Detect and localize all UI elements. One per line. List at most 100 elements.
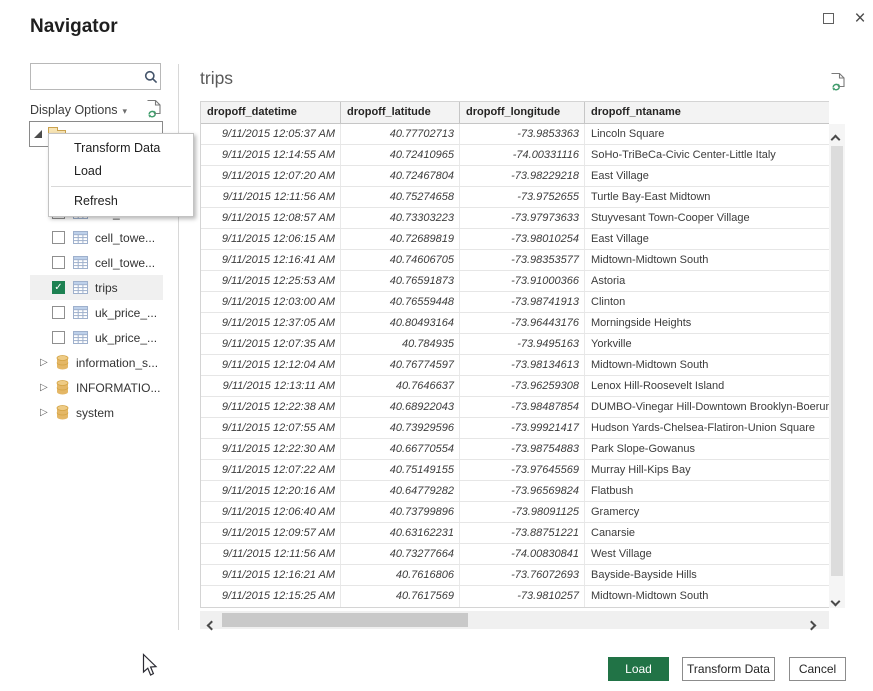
cell-dropoff_latitude: 40.74606705	[341, 250, 460, 270]
cell-dropoff_datetime: 9/11/2015 12:05:37 AM	[201, 124, 341, 144]
cell-dropoff_latitude: 40.73303223	[341, 208, 460, 228]
checkbox-unchecked[interactable]	[52, 256, 65, 269]
tree-item-label: uk_price_...	[95, 331, 157, 345]
cell-dropoff_ntaname: Canarsie	[585, 523, 829, 543]
cell-dropoff_longitude: -73.96259308	[460, 376, 585, 396]
cell-dropoff_longitude: -73.97645569	[460, 460, 585, 480]
display-options-dropdown[interactable]: Display Options ▾	[30, 100, 163, 120]
menu-item-load[interactable]: Load	[49, 160, 193, 183]
search-icon[interactable]	[142, 70, 160, 84]
cell-dropoff_latitude: 40.66770554	[341, 439, 460, 459]
cell-dropoff_ntaname: Midtown-Midtown South	[585, 355, 829, 375]
tree-item-informatio[interactable]: ▷ INFORMATIO...	[30, 375, 170, 400]
expand-collapsed-icon[interactable]: ▷	[40, 357, 49, 368]
tree-item-cell-towe[interactable]: cell_towe...	[30, 225, 170, 250]
cell-dropoff_longitude: -73.98091125	[460, 502, 585, 522]
table-row: 9/11/2015 12:22:30 AM40.66770554-73.9875…	[201, 439, 829, 460]
refresh-preview-slot[interactable]	[830, 72, 847, 96]
cell-dropoff_longitude: -73.98754883	[460, 439, 585, 459]
cell-dropoff_latitude: 40.73929596	[341, 418, 460, 438]
vertical-scrollbar[interactable]	[829, 124, 845, 608]
cell-dropoff_ntaname: Clinton	[585, 292, 829, 312]
horizontal-scrollbar[interactable]	[200, 611, 829, 629]
tree-item-label: trips	[95, 281, 118, 295]
tree-item-label: uk_price_...	[95, 306, 157, 320]
tree-item-information-s[interactable]: ▷ information_s...	[30, 350, 170, 375]
refresh-list-slot[interactable]	[146, 99, 163, 121]
scroll-left-icon[interactable]	[208, 616, 215, 634]
tree-item-uk-price[interactable]: uk_price_...	[30, 300, 170, 325]
expand-collapsed-icon[interactable]: ▷	[40, 382, 49, 393]
table-row: 9/11/2015 12:11:56 AM40.73277664-74.0083…	[201, 544, 829, 565]
table-row: 9/11/2015 12:22:38 AM40.68922043-73.9848…	[201, 397, 829, 418]
cell-dropoff_ntaname: West Village	[585, 544, 829, 564]
cell-dropoff_datetime: 9/11/2015 12:25:53 AM	[201, 271, 341, 291]
expanded-triangle-icon[interactable]	[34, 130, 42, 138]
cell-dropoff_longitude: -73.9810257	[460, 586, 585, 607]
context-menu: Transform DataLoad Refresh	[48, 133, 194, 217]
cell-dropoff_latitude: 40.73277664	[341, 544, 460, 564]
table-row: 9/11/2015 12:07:22 AM40.75149155-73.9764…	[201, 460, 829, 481]
menu-item-transform-data[interactable]: Transform Data	[49, 137, 193, 160]
horizontal-scroll-thumb[interactable]	[222, 613, 468, 627]
cell-dropoff_ntaname: Midtown-Midtown South	[585, 250, 829, 270]
cancel-button[interactable]: Cancel	[789, 657, 846, 681]
cell-dropoff_longitude: -73.98010254	[460, 229, 585, 249]
cell-dropoff_longitude: -73.96569824	[460, 481, 585, 501]
search-input[interactable]	[31, 64, 142, 89]
window-restore-button[interactable]	[815, 6, 841, 30]
cell-dropoff_datetime: 9/11/2015 12:22:38 AM	[201, 397, 341, 417]
cell-dropoff_ntaname: Midtown-Midtown South	[585, 586, 829, 607]
refresh-preview-icon[interactable]	[830, 78, 847, 95]
tree-item-trips[interactable]: ✓ trips	[30, 275, 163, 300]
cell-dropoff_longitude: -73.99921417	[460, 418, 585, 438]
table-row: 9/11/2015 12:03:00 AM40.76559448-73.9874…	[201, 292, 829, 313]
cell-dropoff_latitude: 40.63162231	[341, 523, 460, 543]
cell-dropoff_latitude: 40.64779282	[341, 481, 460, 501]
cell-dropoff_ntaname: Morningside Heights	[585, 313, 829, 333]
table-row: 9/11/2015 12:06:40 AM40.73799896-73.9809…	[201, 502, 829, 523]
tree-item-label: cell_towe...	[95, 231, 155, 245]
table-row: 9/11/2015 12:08:57 AM40.73303223-73.9797…	[201, 208, 829, 229]
table-row: 9/11/2015 12:14:55 AM40.72410965-74.0033…	[201, 145, 829, 166]
cell-dropoff_datetime: 9/11/2015 12:12:04 AM	[201, 355, 341, 375]
tree-item-cell-towe[interactable]: cell_towe...	[30, 250, 170, 275]
expand-collapsed-icon[interactable]: ▷	[40, 407, 49, 418]
cell-dropoff_datetime: 9/11/2015 12:20:16 AM	[201, 481, 341, 501]
table-row: 9/11/2015 12:11:56 AM40.75274658-73.9752…	[201, 187, 829, 208]
cell-dropoff_latitude: 40.784935	[341, 334, 460, 354]
cell-dropoff_longitude: -73.98353577	[460, 250, 585, 270]
cell-dropoff_longitude: -74.00830841	[460, 544, 585, 564]
tree-item-uk-price[interactable]: uk_price_...	[30, 325, 170, 350]
cell-dropoff_datetime: 9/11/2015 12:14:55 AM	[201, 145, 341, 165]
checkbox-unchecked[interactable]	[52, 231, 65, 244]
window-close-button[interactable]: ×	[847, 6, 873, 30]
vertical-scroll-thumb[interactable]	[831, 146, 843, 576]
scroll-down-icon[interactable]	[832, 592, 839, 610]
cell-dropoff_ntaname: DUMBO-Vinegar Hill-Downtown Brooklyn-Boe…	[585, 397, 829, 417]
table-row: 9/11/2015 12:20:16 AM40.64779282-73.9656…	[201, 481, 829, 502]
display-options-label: Display Options	[30, 103, 118, 117]
checkbox-unchecked[interactable]	[52, 331, 65, 344]
scroll-right-icon[interactable]	[808, 616, 815, 634]
cell-dropoff_ntaname: Yorkville	[585, 334, 829, 354]
grid-header-row: dropoff_datetimedropoff_latitudedropoff_…	[201, 102, 829, 124]
cell-dropoff_longitude: -73.98229218	[460, 166, 585, 186]
transform-data-button[interactable]: Transform Data	[682, 657, 775, 681]
table-row: 9/11/2015 12:05:37 AM40.77702713-73.9853…	[201, 124, 829, 145]
tree-item-label: INFORMATIO...	[76, 381, 160, 395]
cell-dropoff_latitude: 40.7617569	[341, 586, 460, 607]
load-button[interactable]: Load	[608, 657, 669, 681]
table-icon	[73, 256, 88, 269]
checkbox-unchecked[interactable]	[52, 306, 65, 319]
menu-item-refresh[interactable]: Refresh	[49, 190, 193, 213]
cell-dropoff_ntaname: Astoria	[585, 271, 829, 291]
cell-dropoff_latitude: 40.68922043	[341, 397, 460, 417]
tree-item-system[interactable]: ▷ system	[30, 400, 170, 425]
table-icon	[73, 281, 88, 294]
cell-dropoff_ntaname: Lenox Hill-Roosevelt Island	[585, 376, 829, 396]
refresh-preview-icon[interactable]	[146, 107, 163, 121]
cell-dropoff_datetime: 9/11/2015 12:07:20 AM	[201, 166, 341, 186]
cell-dropoff_datetime: 9/11/2015 12:15:25 AM	[201, 586, 341, 607]
checkbox-checked[interactable]: ✓	[52, 281, 65, 294]
